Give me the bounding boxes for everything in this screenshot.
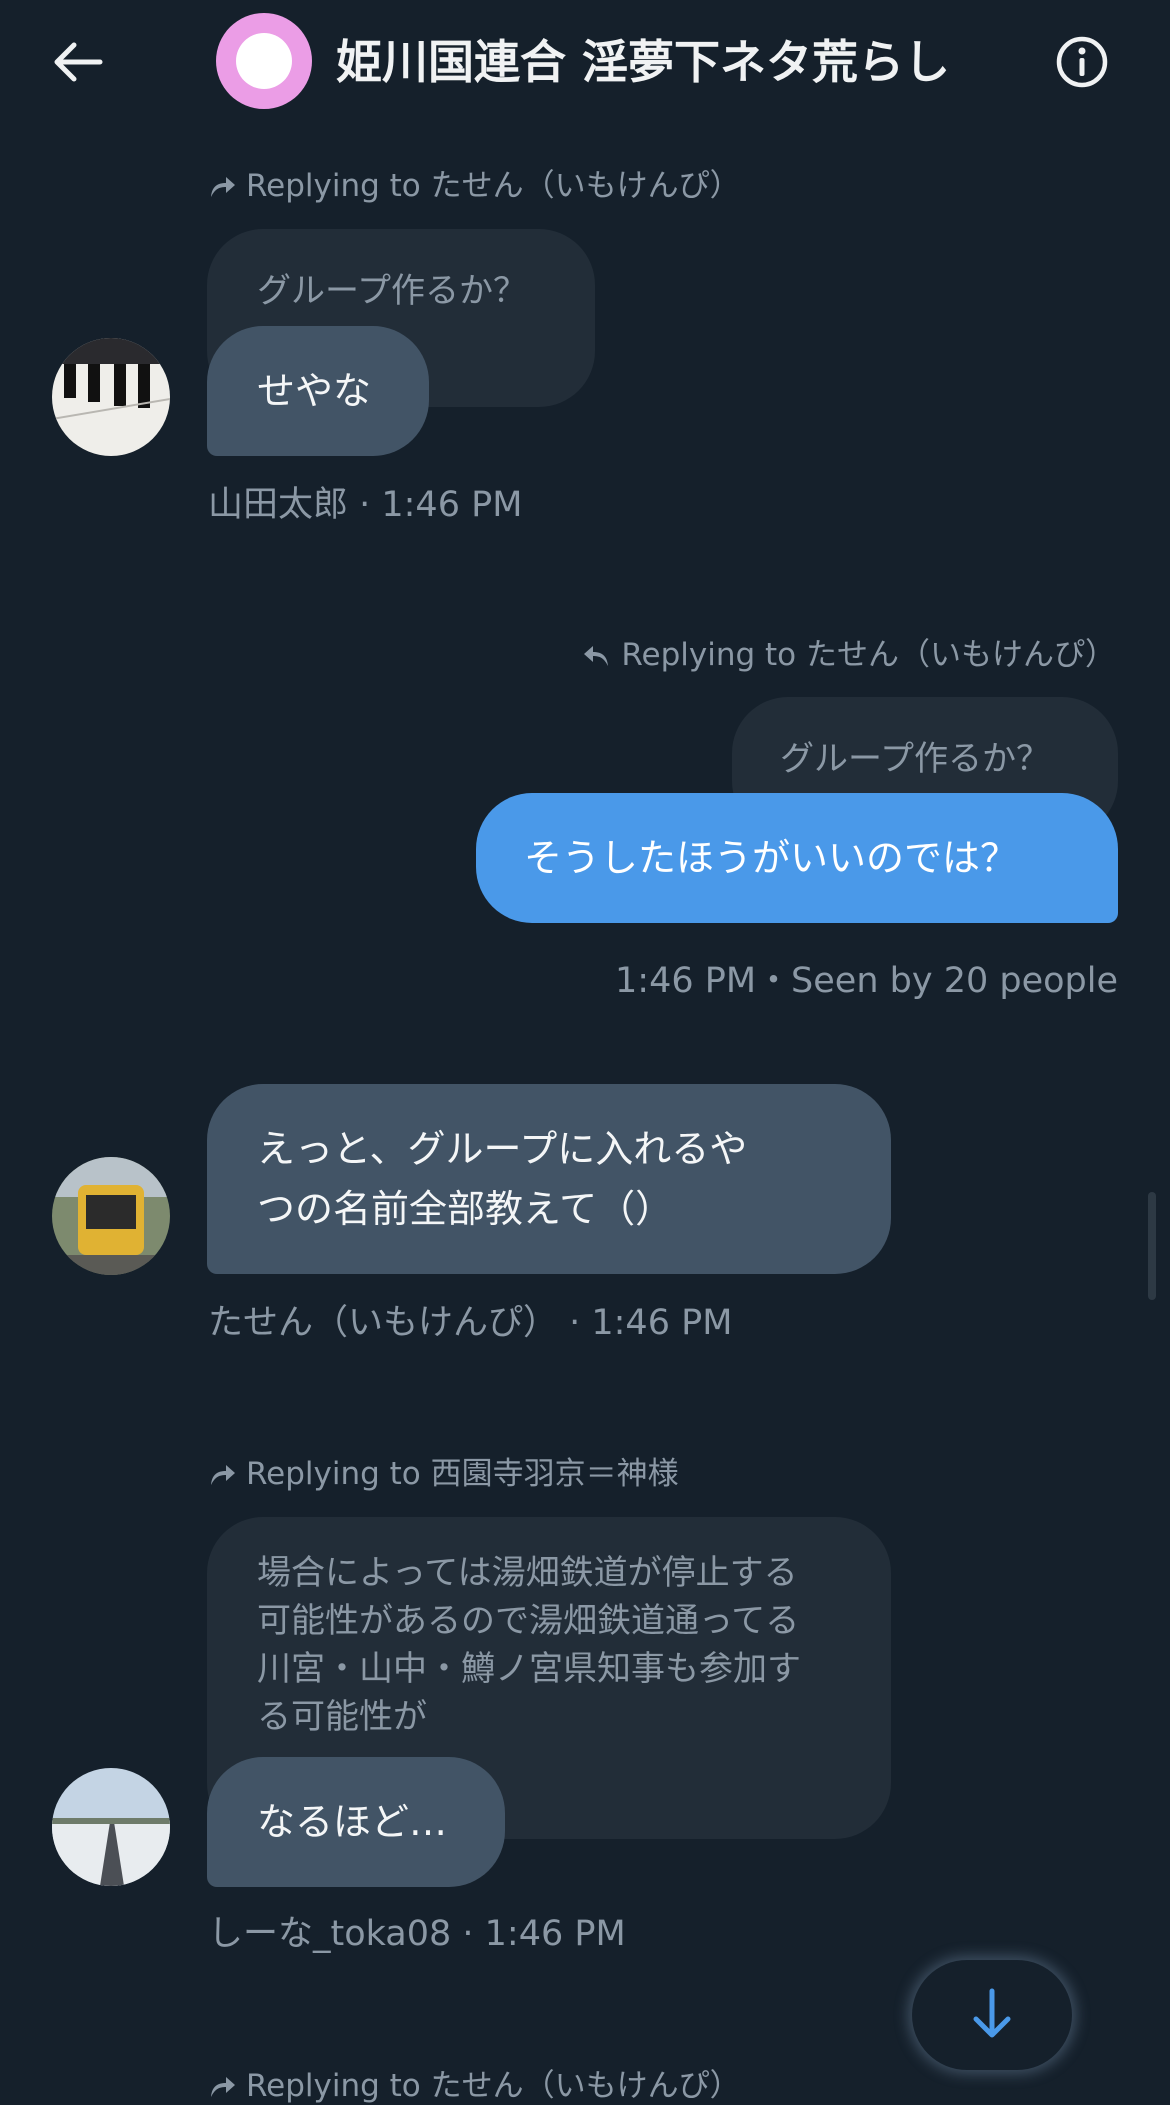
message-text: そうしたほうがいいのでは？ bbox=[524, 836, 1019, 880]
reply-context: Replying to たせん（いもけんぴ） bbox=[208, 160, 741, 205]
message-meta: 1:46 PM・Seen by 20 people bbox=[615, 961, 1118, 1001]
scroll-to-bottom-button[interactable] bbox=[912, 1960, 1072, 2070]
conversation-title[interactable]: 姫川国連合 淫夢下ネタ荒らし bbox=[336, 26, 950, 92]
scroll-down-icon bbox=[973, 1988, 1011, 2038]
quoted-text: グループ作るか？ bbox=[780, 739, 1050, 779]
message-text: なるほど… bbox=[257, 1800, 448, 1844]
reply-context: Replying to たせん（いもけんぴ） bbox=[583, 629, 1116, 674]
message-bubble-mine[interactable]: そうしたほうがいいのでは？ bbox=[476, 793, 1118, 923]
message-text: つの名前全部教えて（） bbox=[257, 1187, 674, 1231]
avatar[interactable] bbox=[52, 338, 170, 456]
reply-arrow-icon bbox=[211, 2077, 235, 2097]
reply-arrow-icon bbox=[584, 646, 609, 666]
message-bubble[interactable]: せやな bbox=[207, 326, 429, 456]
avatar[interactable] bbox=[52, 1157, 170, 1275]
reply-context: Replying to たせん（いもけんぴ） bbox=[208, 2060, 741, 2105]
message-bubble[interactable]: えっと、グループに入れるや つの名前全部教えて（） bbox=[207, 1084, 891, 1274]
back-arrow-icon[interactable] bbox=[50, 35, 104, 89]
reply-arrow-icon bbox=[211, 177, 235, 197]
message-meta: たせん（いもけんぴ） · 1:46 PM bbox=[208, 1303, 733, 1343]
quoted-text: 場合によっては湯畑鉄道が停止する 可能性があるので湯畑鉄道通ってる 川宮・山中・… bbox=[257, 1553, 801, 1737]
message-text: せやな bbox=[257, 369, 372, 413]
scrollbar[interactable] bbox=[1148, 1192, 1156, 1300]
quoted-text: グループ作るか？ bbox=[257, 271, 527, 311]
message-bubble[interactable]: なるほど… bbox=[207, 1757, 505, 1887]
info-icon[interactable] bbox=[1054, 34, 1110, 90]
group-avatar[interactable] bbox=[216, 13, 312, 109]
reply-arrow-icon bbox=[211, 1465, 235, 1485]
reply-context: Replying to 西園寺羽京＝神様 bbox=[208, 1448, 679, 1493]
message-meta: 山田太郎 · 1:46 PM bbox=[208, 485, 523, 525]
avatar[interactable] bbox=[52, 1768, 170, 1886]
message-text: えっと、グループに入れるや bbox=[257, 1127, 748, 1171]
message-meta: しーな_toka08 · 1:46 PM bbox=[208, 1914, 626, 1954]
